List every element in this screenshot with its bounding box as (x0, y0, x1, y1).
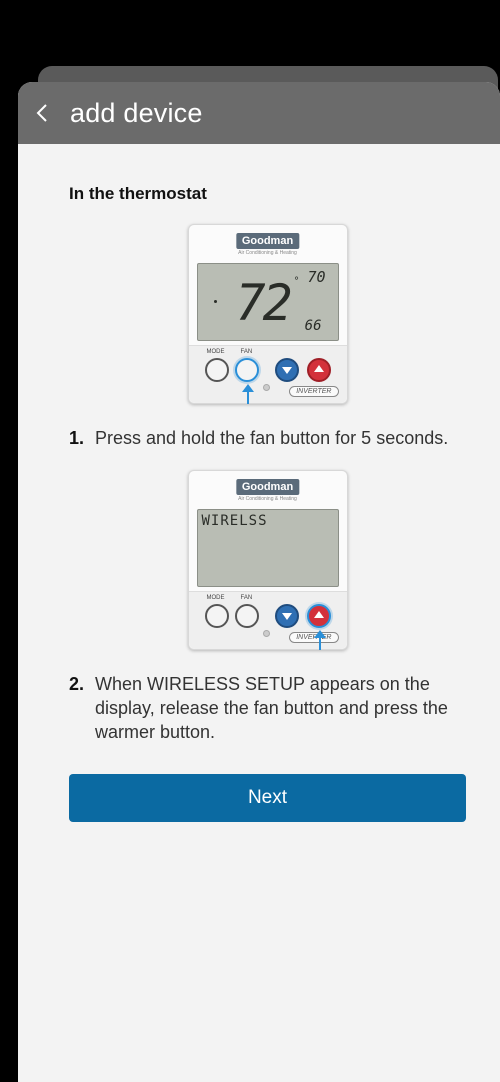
step-number: 2. (69, 674, 85, 694)
warmer-button (306, 604, 331, 628)
fan-button (234, 358, 259, 382)
display-text: WIRELSS (201, 513, 268, 529)
fan-button (234, 604, 259, 628)
thermostat-display: 72 ° 70 66 (196, 263, 339, 341)
cooler-button (274, 358, 299, 382)
step-number: 1. (69, 428, 85, 448)
brand-subtitle: Air Conditioning & Heating (238, 250, 297, 256)
next-button[interactable]: Next (69, 774, 466, 822)
step-2: 2. When WIRELESS SETUP appears on the di… (69, 672, 466, 744)
thermostat-image-wireless: Goodman Air Conditioning & Heating WIREL… (187, 470, 348, 650)
step-text: When WIRELESS SETUP appears on the displ… (95, 674, 448, 742)
page-title: add device (70, 97, 203, 128)
main-content: In the thermostat Goodman Air Conditioni… (18, 184, 500, 822)
setpoint-low: 66 (304, 318, 322, 334)
status-led (262, 384, 270, 391)
chevron-left-icon[interactable] (36, 100, 56, 126)
setpoint-high: 70 (307, 268, 326, 286)
brand-logo: Goodman (235, 479, 300, 495)
brand-subtitle: Air Conditioning & Heating (238, 496, 297, 502)
step-1: 1. Press and hold the fan button for 5 s… (69, 426, 466, 450)
arrow-up-icon (241, 384, 254, 404)
mode-label: MODE (206, 349, 225, 355)
current-temperature: 72 (235, 274, 293, 332)
add-device-sheet: add device In the thermostat Goodman Air… (18, 82, 500, 1082)
fan-label: FAN (240, 349, 253, 355)
section-title: In the thermostat (69, 184, 207, 203)
thermostat-image-fan: Goodman Air Conditioning & Heating 72 ° … (187, 224, 348, 404)
header-bar: add device (18, 82, 500, 144)
cooler-button (274, 604, 299, 628)
thermostat-controls: MODE FAN INVERTER (188, 345, 347, 404)
degree-symbol: ° (293, 276, 300, 287)
arrow-up-icon (313, 630, 326, 650)
display-dot (213, 300, 217, 303)
mode-label: MODE (206, 595, 225, 601)
brand-logo: Goodman (235, 233, 300, 249)
status-led (262, 630, 270, 637)
inverter-badge: INVERTER (289, 386, 339, 397)
thermostat-display: WIRELSS (196, 509, 339, 587)
fan-label: FAN (240, 595, 253, 601)
thermostat-controls: MODE FAN INVERTER (188, 591, 347, 650)
mode-button (204, 358, 229, 382)
step-text: Press and hold the fan button for 5 seco… (95, 428, 449, 448)
mode-button (204, 604, 229, 628)
warmer-button (306, 358, 331, 382)
